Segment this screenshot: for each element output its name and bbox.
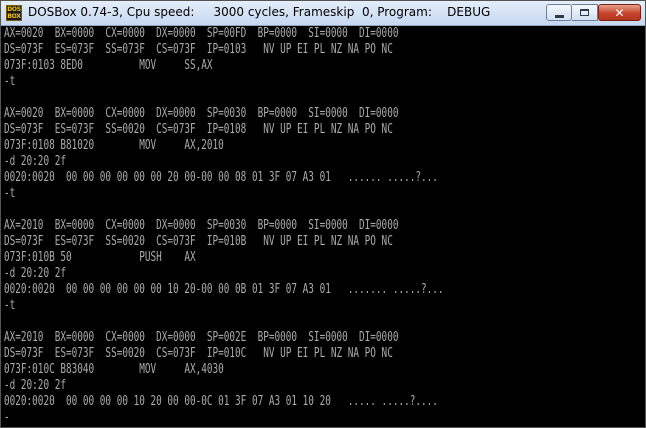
console-line: DS=073F ES=073F SS=0020 CS=073F IP=010B … <box>4 234 393 249</box>
minimize-button[interactable] <box>546 4 572 21</box>
console-line: DS=073F ES=073F SS=073F CS=073F IP=0103 … <box>4 42 393 57</box>
console-line: -t <box>4 298 16 313</box>
console-line: AX=2010 BX=0000 CX=0000 DX=0000 SP=002E … <box>4 330 399 345</box>
dosbox-app-icon[interactable]: DOS BOX <box>6 5 22 21</box>
console-line: 073F:010C B83040 MOV AX,4030 <box>4 362 224 377</box>
dosbox-window: DOS BOX DOSBox 0.74-3, Cpu speed: 3000 c… <box>0 0 646 428</box>
console-line: 073F:0103 8ED0 MOV SS,AX <box>4 58 213 73</box>
app-icon-text-top: DOS <box>7 6 21 13</box>
console-line: -t <box>4 74 16 89</box>
dos-console-screen[interactable]: AX=0020 BX=0000 CX=0000 DX=0000 SP=00FD … <box>1 26 645 427</box>
window-title: DOSBox 0.74-3, Cpu speed: 3000 cycles, F… <box>28 5 491 19</box>
minimize-icon <box>554 14 564 18</box>
console-line: -d 20:20 2f <box>4 378 66 393</box>
close-icon: ✕ <box>614 5 625 20</box>
maximize-button[interactable] <box>572 4 598 21</box>
close-button[interactable]: ✕ <box>598 4 641 21</box>
console-line: 0020:0020 00 00 00 00 00 00 10 20-00 00 … <box>4 282 444 297</box>
console-line: 0020:0020 00 00 00 00 00 00 20 00-00 00 … <box>4 170 438 185</box>
console-line: AX=0020 BX=0000 CX=0000 DX=0000 SP=00FD … <box>4 26 399 41</box>
console-line: AX=2010 BX=0000 CX=0000 DX=0000 SP=0030 … <box>4 218 399 233</box>
title-bar[interactable]: DOS BOX DOSBox 0.74-3, Cpu speed: 3000 c… <box>1 1 645 26</box>
console-line: AX=0020 BX=0000 CX=0000 DX=0000 SP=0030 … <box>4 106 399 121</box>
console-line: DS=073F ES=073F SS=0020 CS=073F IP=010C … <box>4 346 393 361</box>
console-line: -t <box>4 186 16 201</box>
console-line: DS=073F ES=073F SS=0020 CS=073F IP=0108 … <box>4 122 393 137</box>
console-line: 0020:0020 00 00 00 00 10 20 00 00-0C 01 … <box>4 394 438 409</box>
maximize-icon <box>580 9 589 16</box>
console-line: -d 20:20 2f <box>4 154 66 169</box>
console-line: -d 20:20 2f <box>4 266 66 281</box>
app-icon-text-bottom: BOX <box>7 13 21 20</box>
console-line: 073F:0108 B81020 MOV AX,2010 <box>4 138 224 153</box>
console-line: 073F:010B 50 PUSH AX <box>4 250 196 265</box>
console-line: - <box>4 410 10 425</box>
